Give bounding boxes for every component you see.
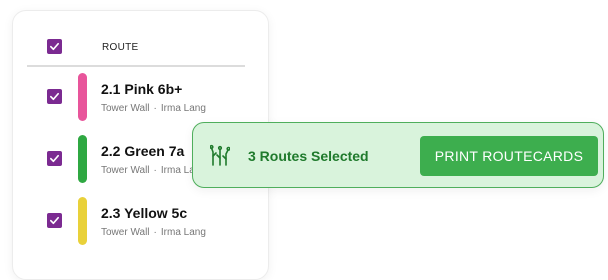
separator: ·	[153, 165, 157, 176]
selected-count-text: 3 Routes Selected	[248, 148, 369, 164]
route-title: 2.3 Yellow 5c	[101, 205, 188, 221]
checkmark-icon	[50, 42, 59, 51]
print-routecards-button[interactable]: PRINT ROUTECARDS	[420, 136, 598, 176]
route-wall: Tower Wall	[101, 227, 150, 238]
route-wall: Tower Wall	[101, 103, 150, 114]
route-wall: Tower Wall	[101, 165, 150, 176]
route-setter: Irma Lang	[160, 227, 206, 238]
row-checkbox[interactable]	[47, 151, 62, 166]
route-meta: Tower Wall · Irma Lang	[101, 227, 206, 238]
checkmark-icon	[50, 154, 59, 163]
column-header-route: ROUTE	[102, 42, 139, 53]
row-checkbox[interactable]	[47, 213, 62, 228]
checkmark-icon	[50, 216, 59, 225]
route-meta: Tower Wall · Irma Lang	[101, 165, 206, 176]
routes-icon	[210, 144, 230, 166]
table-row[interactable]: 2.3 Yellow 5c Tower Wall · Irma Lang	[27, 191, 267, 251]
selection-toast: 3 Routes Selected PRINT ROUTECARDS	[192, 122, 604, 188]
separator: ·	[153, 103, 157, 114]
route-setter: Irma Lang	[160, 103, 206, 114]
separator: ·	[153, 227, 157, 238]
route-color-bar	[78, 197, 87, 245]
row-checkbox[interactable]	[47, 89, 62, 104]
checkmark-icon	[50, 92, 59, 101]
table-row[interactable]: 2.1 Pink 6b+ Tower Wall · Irma Lang	[27, 67, 267, 127]
route-title: 2.1 Pink 6b+	[101, 81, 183, 97]
route-color-bar	[78, 135, 87, 183]
route-title: 2.2 Green 7a	[101, 143, 185, 159]
table-header: ROUTE	[27, 39, 245, 67]
route-meta: Tower Wall · Irma Lang	[101, 103, 206, 114]
select-all-checkbox[interactable]	[47, 39, 62, 54]
route-color-bar	[78, 73, 87, 121]
